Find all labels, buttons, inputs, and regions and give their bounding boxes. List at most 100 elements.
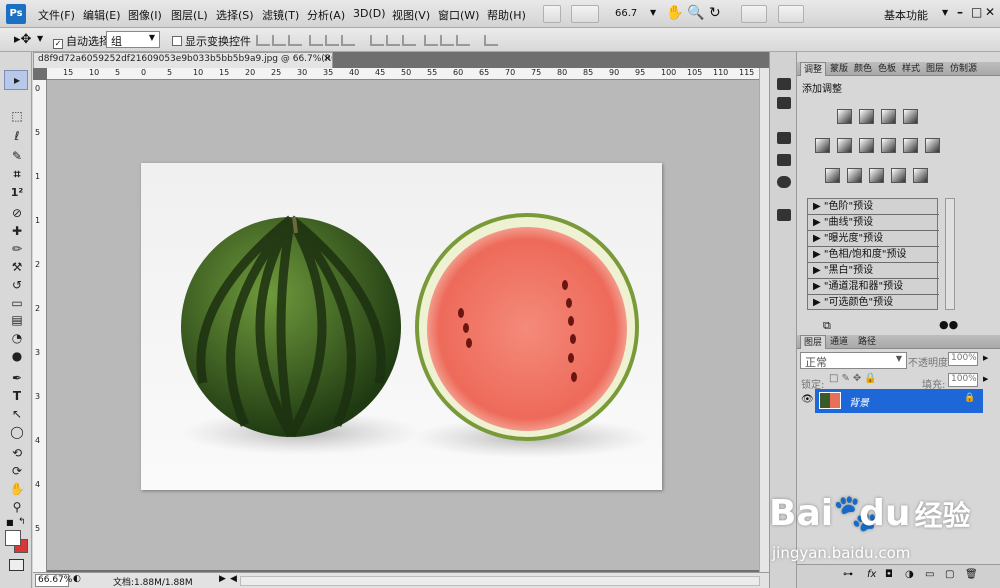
rotate-view-icon[interactable]: ↻ [709,5,721,21]
preset-selective-color[interactable]: ▶ "可选颜色"预设 [808,295,939,311]
tab-clone-source[interactable]: 仿制源 [947,62,980,76]
preset-hue-saturation[interactable]: ▶ "色相/饱和度"预设 [808,247,939,263]
foreground-color-swatch[interactable] [5,530,21,546]
vertical-scrollbar[interactable] [759,68,769,572]
blur-tool-icon[interactable]: ◔ [9,330,25,346]
align-hcenter-icon[interactable] [325,35,339,46]
new-layer-icon[interactable]: ▢ [945,569,954,580]
layer-background[interactable]: 背景 🔒 [815,389,983,413]
exposure-icon[interactable] [903,109,918,124]
close-tab-icon[interactable]: × [323,53,331,64]
hand-tool-icon[interactable]: ✋ [9,481,25,497]
scroll-left-icon[interactable]: ◀ [230,574,237,584]
levels-icon[interactable] [859,109,874,124]
chevron-right-icon[interactable]: ▶ [983,354,988,362]
image-canvas[interactable] [141,163,662,490]
navigator-panel-icon[interactable] [777,132,791,144]
distribute-bottom-icon[interactable] [402,35,416,46]
hue-saturation-icon[interactable] [837,138,852,153]
layer-style-icon[interactable]: fx [867,569,876,580]
shape-tool-icon[interactable]: ◯ [9,424,25,440]
new-group-icon[interactable]: ▭ [925,569,934,580]
opacity-field[interactable]: 100% [948,352,978,366]
distribute-top-icon[interactable] [370,35,384,46]
minimize-icon[interactable]: – [957,5,963,19]
menu-view[interactable]: 视图(V) [392,7,430,23]
history-brush-tool-icon[interactable]: ↺ [9,277,25,293]
notes-panel-icon[interactable] [777,209,791,221]
eraser-tool-icon[interactable]: ▭ [9,295,25,311]
move-tool-icon[interactable]: ▸ [9,72,25,88]
brush-tool-icon[interactable]: ✏ [9,241,25,257]
menu-filter[interactable]: 滤镜(T) [262,7,299,23]
auto-align-icon[interactable] [484,35,498,46]
menu-3d[interactable]: 3D(D) [353,7,386,20]
status-icon[interactable]: ◐ [73,574,81,584]
marquee-tool-icon[interactable]: ⬚ [9,108,25,124]
menu-layer[interactable]: 图层(L) [171,7,208,23]
close-icon[interactable]: ✕ [985,5,995,19]
posterize-icon[interactable] [847,168,862,183]
distribute-vcenter-icon[interactable] [386,35,400,46]
tab-color[interactable]: 颜色 [851,62,875,76]
3d-orbit-tool-icon[interactable]: ⟳ [9,463,25,479]
menu-edit[interactable]: 编辑(E) [83,7,121,23]
preset-channel-mixer[interactable]: ▶ "通道混和器"预设 [808,279,939,295]
play-icon[interactable]: ▶ [219,574,226,584]
clone-stamp-tool-icon[interactable]: ⚒ [9,259,25,275]
history-panel-icon[interactable] [777,78,791,90]
workspace-switcher[interactable]: 基本功能 [884,7,928,23]
zoom-icon[interactable]: 🔍 [687,5,704,21]
color-balance-icon[interactable] [859,138,874,153]
tab-layers[interactable]: 图层 [800,335,827,349]
channel-mixer-icon[interactable] [925,138,940,153]
align-bottom-icon[interactable] [288,35,302,46]
align-right-icon[interactable] [341,35,355,46]
tab-styles[interactable]: 样式 [899,62,923,76]
zoom-level[interactable]: 66.7 [615,8,637,19]
menu-select[interactable]: 选择(S) [216,7,254,23]
chevron-right-icon[interactable]: ▶ [983,375,988,383]
quick-select-tool-icon[interactable]: ✎ [9,148,25,164]
tab-channels[interactable]: 通道 [827,335,851,349]
adjustment-layer-icon[interactable]: ◑ [905,569,914,580]
clip-to-layer-icon[interactable]: ⧉ [823,319,831,333]
swap-colors-icon[interactable]: ↰ [18,517,26,527]
show-transform-checkbox[interactable]: 显示变换控件 [172,33,251,49]
histogram-panel-icon[interactable] [777,154,791,166]
move-tool-icon[interactable]: ▸✥ [14,32,31,47]
bridge-button[interactable] [543,5,561,23]
chevron-down-icon[interactable]: ▼ [37,34,43,43]
hand-icon[interactable]: ✋ [666,5,683,21]
view-extras-button[interactable] [571,5,599,23]
maximize-icon[interactable]: □ [971,5,982,19]
distribute-right-icon[interactable] [456,35,470,46]
preset-curves[interactable]: ▶ "曲线"预设 [808,215,939,231]
auto-select-dropdown[interactable]: 组 ▼ [106,31,160,48]
zoom-field[interactable]: 66.67% [35,574,72,587]
gradient-map-icon[interactable] [891,168,906,183]
align-left-icon[interactable] [309,35,323,46]
eye-visibility-icon[interactable]: 👁 [801,394,814,405]
layer-mask-icon[interactable]: ◘ [885,569,893,580]
link-layers-icon[interactable]: ⊶ [843,569,853,580]
panel-options-icon[interactable]: ●● [939,318,958,331]
zoom-tool-icon[interactable]: ⚲ [9,499,25,515]
lock-options-icons[interactable]: □✎✥🔒 [829,373,880,384]
default-colors-icon[interactable]: ■ [6,518,14,527]
photo-filter-icon[interactable] [903,138,918,153]
info-panel-icon[interactable] [777,176,791,188]
tab-swatches[interactable]: 色板 [875,62,899,76]
eyedropper-tool-icon[interactable]: ⊘ [9,205,25,221]
crop-tool-icon[interactable]: ⌗ [9,166,25,182]
tab-layers-2[interactable]: 图层 [923,62,947,76]
3d-rotate-tool-icon[interactable]: ⟲ [9,445,25,461]
presets-scrollbar[interactable] [945,198,955,310]
distribute-left-icon[interactable] [424,35,438,46]
fill-field[interactable]: 100% [948,373,978,387]
distribute-hcenter-icon[interactable] [440,35,454,46]
menu-analysis[interactable]: 分析(A) [307,7,345,23]
invert-icon[interactable] [825,168,840,183]
menu-help[interactable]: 帮助(H) [487,7,526,23]
type-tool-icon[interactable]: T [9,388,25,404]
